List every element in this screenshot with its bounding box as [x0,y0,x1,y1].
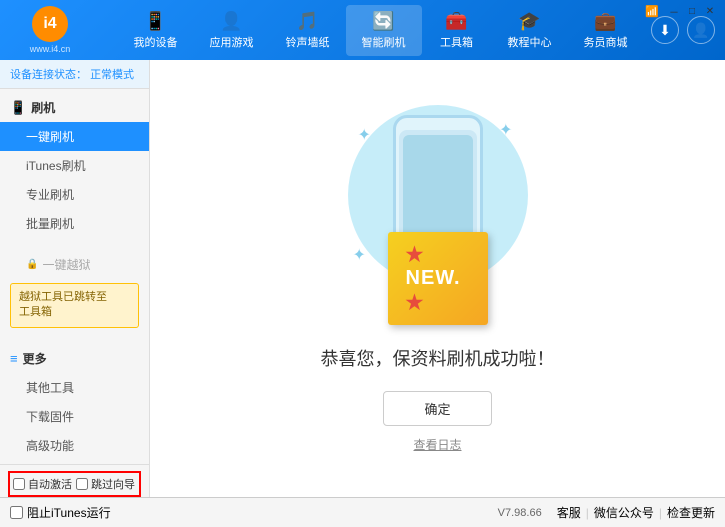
sidebar-item-itunes-flash[interactable]: iTunes刷机 [0,151,149,180]
logo-icon: i4 [32,6,68,42]
nav-toolbox[interactable]: 🧰 工具箱 [422,5,492,56]
sparkle-icon-2: ✦ [499,120,512,140]
nav-my-device[interactable]: 📱 我的设备 [118,5,194,56]
nav-apps-games[interactable]: 👤 应用游戏 [194,5,270,56]
nav-bar: 📱 我的设备 👤 应用游戏 🎵 铃声墙纸 🔄 智能刷机 🧰 工具箱 🎓 [110,5,651,56]
nav-apps-games-label: 应用游戏 [210,34,254,50]
window-controls: 📶 － □ ✕ [645,4,717,18]
log-link[interactable]: 查看日志 [413,436,461,453]
maximize-button[interactable]: □ [685,4,699,18]
sidebar-flash-group[interactable]: 📱 刷机 [0,93,149,122]
auto-options-box: 自动激活 跳过向导 [8,471,141,497]
sidebar: 设备连接状态： 正常模式 📱 刷机 一键刷机 iTunes刷机 专业刷机 [0,60,150,497]
new-badge: ★ NEW. ★ [388,232,488,325]
confirm-button[interactable]: 确定 [383,391,491,426]
user-button[interactable]: 👤 [687,16,715,44]
footer-wechat[interactable]: 微信公众号 [594,504,654,521]
nav-my-device-label: 我的设备 [134,34,178,50]
nav-tutorial-label: 教程中心 [508,34,552,50]
ringtones-icon: 🎵 [296,11,318,32]
nav-ringtones[interactable]: 🎵 铃声墙纸 [270,5,346,56]
sidebar-item-other-tools[interactable]: 其他工具 [0,373,149,402]
logo-url: www.i4.cn [30,44,71,54]
itunes-bar[interactable]: 阻止iTunes运行 [10,504,111,521]
sidebar-item-batch-flash[interactable]: 批量刷机 [0,209,149,238]
content-area: ✦ ✦ ✦ ★ NEW. ★ 恭喜您，保资 [150,60,725,497]
nav-service-label: 务员商城 [584,34,628,50]
footer-check-update[interactable]: 检查更新 [667,504,715,521]
sidebar-status: 设备连接状态： 正常模式 [0,60,149,89]
close-button[interactable]: ✕ [703,4,717,18]
footer: 阻止iTunes运行 V7.98.66 客服 | 微信公众号 | 检查更新 [0,497,725,527]
sparkle-icon-1: ✦ [358,125,371,145]
download-button[interactable]: ⬇ [651,16,679,44]
lock-icon: 🔒 [26,259,38,270]
main-container: 设备连接状态： 正常模式 📱 刷机 一键刷机 iTunes刷机 专业刷机 [0,60,725,497]
sidebar-item-pro-flash[interactable]: 专业刷机 [0,180,149,209]
sidebar-more-section: ≡ 更多 其他工具 下载固件 高级功能 [0,340,149,464]
minimize-button[interactable]: － [667,4,681,18]
skip-guide-input[interactable] [76,478,88,490]
toolbox-icon: 🧰 [445,11,467,32]
header: i4 www.i4.cn 📱 我的设备 👤 应用游戏 🎵 铃声墙纸 🔄 智能刷机 [0,0,725,60]
version-label: V7.98.66 [498,507,542,519]
skip-guide-checkbox[interactable]: 跳过向导 [76,476,135,492]
flash-group-icon: 📱 [10,100,26,116]
sidebar-item-one-key-flash[interactable]: 一键刷机 [0,122,149,151]
device-section: 自动激活 跳过向导 📱 iPhone 15 Pro Max 512GB iPho… [0,464,149,497]
nav-service[interactable]: 💼 务员商城 [568,5,644,56]
apps-games-icon: 👤 [220,11,242,32]
auto-activate-input[interactable] [13,478,25,490]
nav-smart-flash[interactable]: 🔄 智能刷机 [346,5,422,56]
more-group-icon: ≡ [10,351,18,366]
sidebar-item-download-fw[interactable]: 下载固件 [0,402,149,431]
nav-toolbox-label: 工具箱 [440,34,473,50]
my-device-icon: 📱 [144,11,166,32]
sidebar-disabled-jailbreak: 🔒 一键越狱 [0,250,149,279]
sidebar-warning-box: 越狱工具已跳转至工具箱 [10,283,139,328]
phone-illustration: ✦ ✦ ✦ ★ NEW. ★ [338,105,538,325]
header-right: ⬇ 👤 [651,16,715,44]
footer-customer-service[interactable]: 客服 [557,504,581,521]
nav-ringtones-label: 铃声墙纸 [286,34,330,50]
sidebar-flash-section: 📱 刷机 一键刷机 iTunes刷机 专业刷机 批量刷机 [0,89,149,242]
service-icon: 💼 [594,11,616,32]
wifi-icon: 📶 [645,5,659,18]
tutorial-icon: 🎓 [518,11,540,32]
itunes-checkbox[interactable] [10,506,23,519]
nav-smart-flash-label: 智能刷机 [362,34,406,50]
sparkle-icon-3: ✦ [353,245,366,265]
sidebar-item-advanced[interactable]: 高级功能 [0,431,149,460]
smart-flash-icon: 🔄 [372,11,394,32]
logo-area: i4 www.i4.cn [10,6,90,54]
sidebar-more-group[interactable]: ≡ 更多 [0,344,149,373]
success-text: 恭喜您，保资料刷机成功啦！ [321,345,555,371]
nav-tutorial[interactable]: 🎓 教程中心 [492,5,568,56]
auto-activate-checkbox[interactable]: 自动激活 [13,476,72,492]
